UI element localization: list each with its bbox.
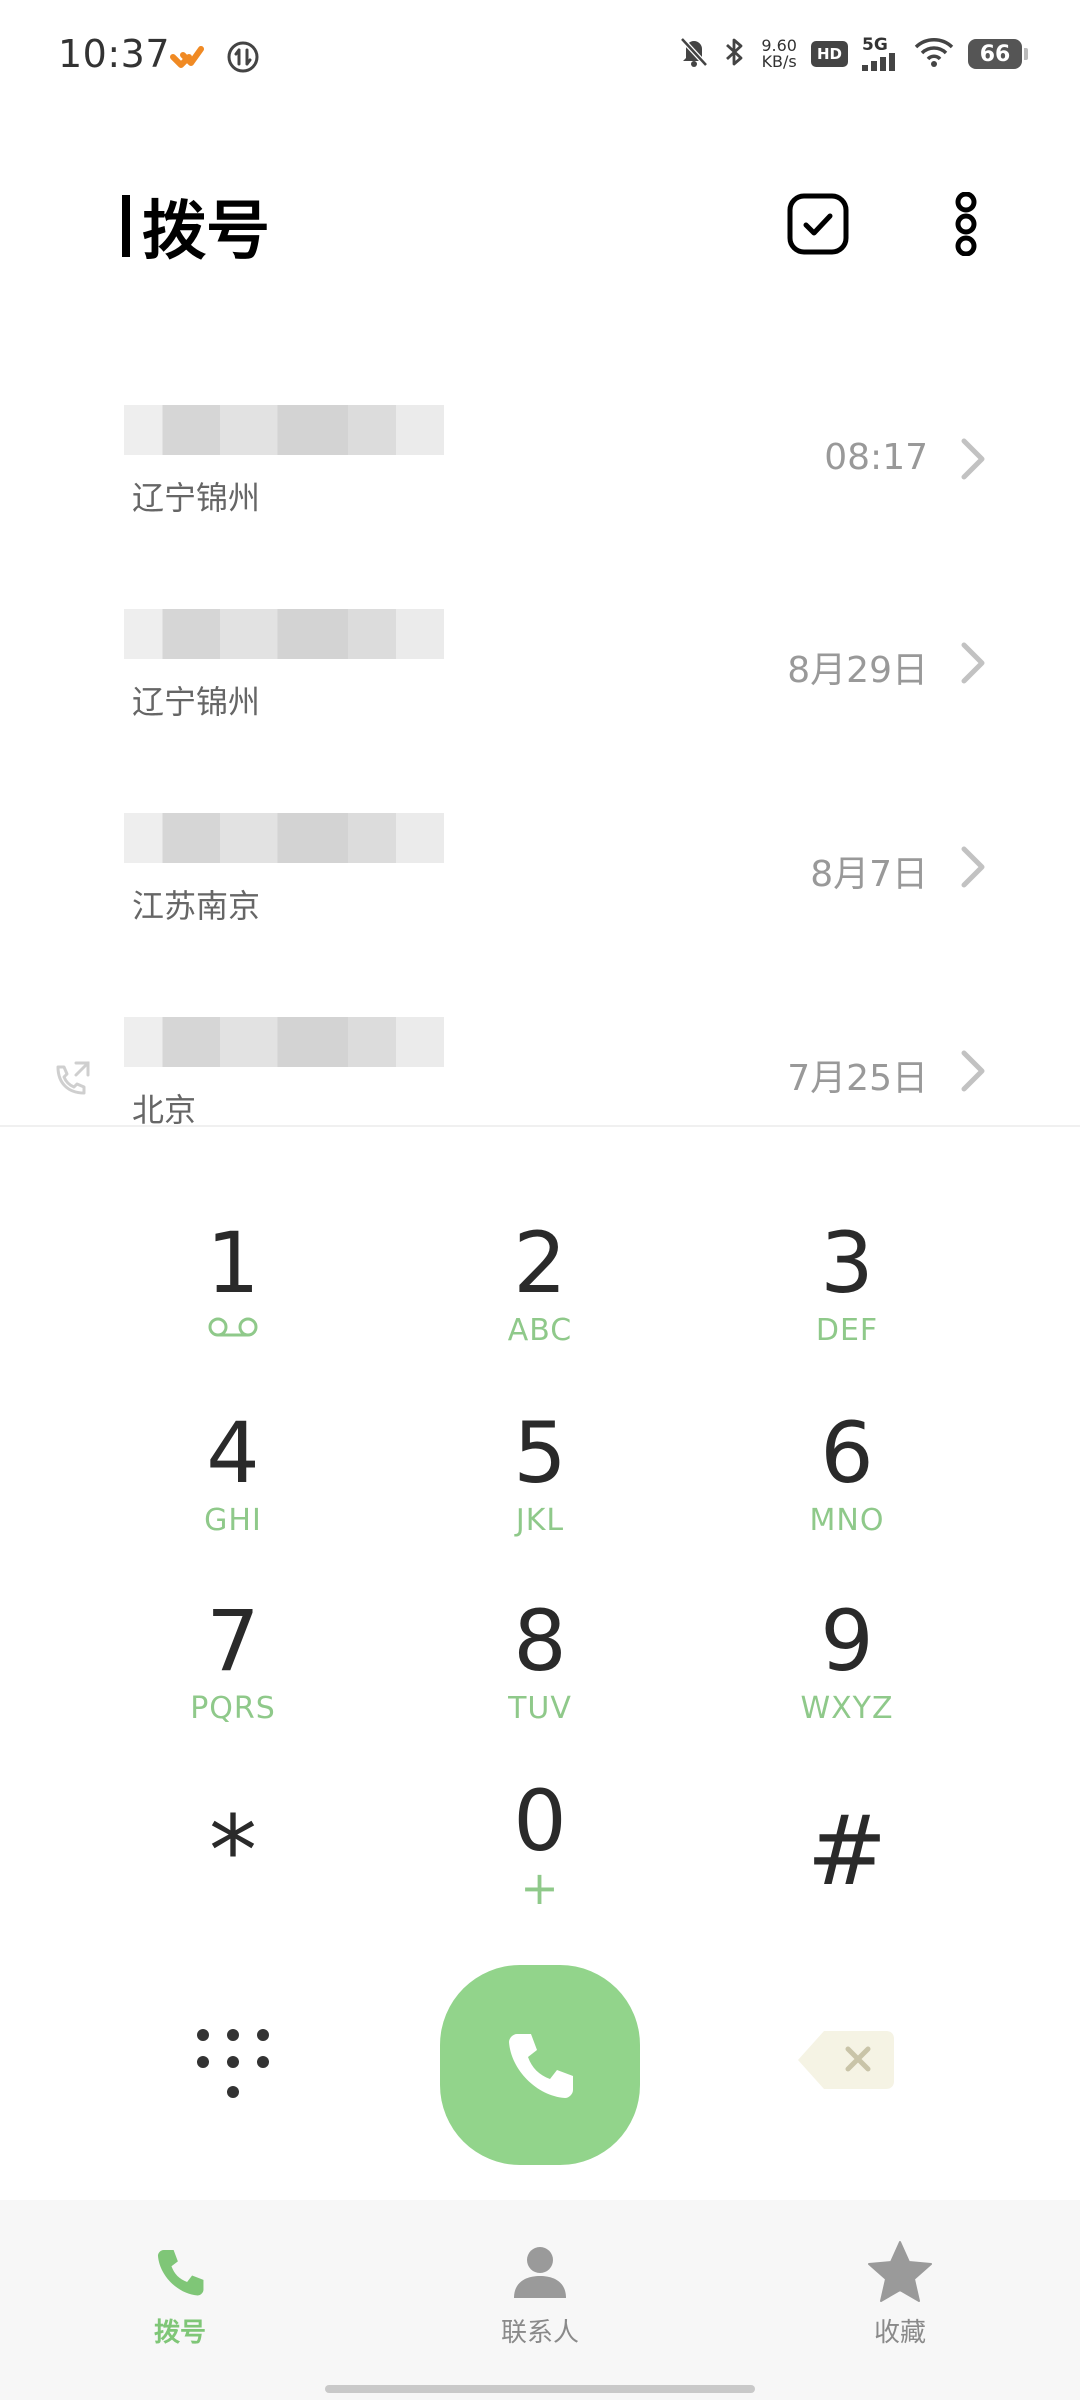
select-button[interactable] (778, 184, 858, 264)
dial-key-2[interactable]: 2 ABC (420, 1215, 660, 1385)
select-checkbox-icon (787, 193, 849, 255)
more-options-button[interactable] (926, 184, 1006, 264)
orange-app-icon (170, 43, 204, 75)
chevron-right-icon[interactable] (952, 641, 992, 685)
call-location: 辽宁锦州 (132, 683, 261, 721)
dial-key-1[interactable]: 1 (113, 1215, 353, 1385)
call-time: 08:17 (824, 437, 928, 478)
more-vertical-icon (955, 192, 977, 256)
person-icon (514, 2247, 566, 2298)
dial-key-star[interactable]: * (113, 1773, 353, 1943)
dial-key-5[interactable]: 5 JKL (420, 1405, 660, 1575)
bottom-navigation: 拨号 联系人 收藏 (0, 2200, 1080, 2400)
call-log-list[interactable]: 辽宁锦州 08:17 辽宁锦州 8月29日 江苏南京 8月7日 北京 7月25日 (0, 355, 1080, 1125)
status-time: 10:37 (58, 32, 171, 76)
call-log-item[interactable]: 北京 7月25日 (0, 967, 1080, 1125)
dial-key-4[interactable]: 4 GHI (113, 1405, 353, 1575)
status-left-icons (170, 40, 260, 78)
dial-key-hash[interactable]: # (727, 1773, 967, 1943)
call-time: 8月29日 (787, 650, 928, 691)
dial-key-6[interactable]: 6 MNO (727, 1405, 967, 1575)
nav-tab-favorites[interactable]: 收藏 (790, 2240, 1010, 2360)
call-time: 7月25日 (787, 1058, 928, 1099)
call-location: 江苏南京 (132, 887, 261, 925)
dial-key-3[interactable]: 3 DEF (727, 1215, 967, 1385)
chevron-right-icon[interactable] (952, 845, 992, 889)
chevron-right-icon[interactable] (952, 1049, 992, 1093)
call-log-item[interactable]: 辽宁锦州 8月29日 (0, 559, 1080, 759)
phone-icon (509, 2034, 573, 2098)
status-bar: 10:37 9.60 KB/s HD 5G 66 (0, 0, 1080, 115)
contact-name-redacted (124, 1017, 444, 1067)
nav-tab-dial[interactable]: 拨号 (70, 2240, 290, 2360)
contact-name-redacted (124, 405, 444, 455)
call-log-item[interactable]: 辽宁锦州 08:17 (0, 355, 1080, 555)
call-time: 8月7日 (810, 854, 928, 895)
title-cursor (122, 195, 130, 257)
dial-key-0[interactable]: 0 + (420, 1773, 660, 1943)
signal-icon: 5G (862, 37, 900, 71)
chevron-right-icon[interactable] (952, 437, 992, 481)
page-title: 拨号 (122, 180, 270, 272)
dialpad-grid-icon (197, 2029, 269, 2098)
dialpad-toggle-button[interactable] (188, 2020, 278, 2110)
dialpad: 1 2 ABC 3 DEF 4 GHI 5 JKL 6 MNO 7 PQRS 8… (0, 1145, 1080, 1925)
call-button[interactable] (440, 1965, 640, 2165)
status-right-icons: 9.60 KB/s HD 5G 66 (679, 36, 1028, 72)
voicemail-icon (208, 1317, 258, 1337)
network-speed: 9.60 KB/s (761, 36, 797, 71)
hd-badge: HD (810, 41, 848, 67)
star-icon (868, 2241, 932, 2302)
header: 拨号 (0, 150, 1080, 300)
nav-tab-contacts[interactable]: 联系人 (430, 2240, 650, 2360)
call-log-item[interactable]: 江苏南京 8月7日 (0, 763, 1080, 963)
sync-icon (226, 40, 260, 78)
battery-icon: 66 (968, 39, 1028, 69)
dialpad-divider (0, 1125, 1080, 1127)
delete-button[interactable] (790, 2025, 900, 2095)
bluetooth-icon (723, 36, 747, 72)
phone-icon (157, 2249, 204, 2296)
wifi-icon (914, 37, 954, 71)
dial-key-9[interactable]: 9 WXYZ (727, 1593, 967, 1763)
outgoing-call-icon (56, 1061, 90, 1095)
home-indicator[interactable] (325, 2385, 755, 2393)
contact-name-redacted (124, 609, 444, 659)
call-location: 北京 (132, 1091, 197, 1125)
call-location: 辽宁锦州 (132, 479, 261, 517)
contact-name-redacted (124, 813, 444, 863)
dial-key-7[interactable]: 7 PQRS (113, 1593, 353, 1763)
mute-icon (679, 36, 709, 72)
backspace-icon (798, 2031, 894, 2089)
dial-key-8[interactable]: 8 TUV (420, 1593, 660, 1763)
dial-action-row (0, 1955, 1080, 2165)
